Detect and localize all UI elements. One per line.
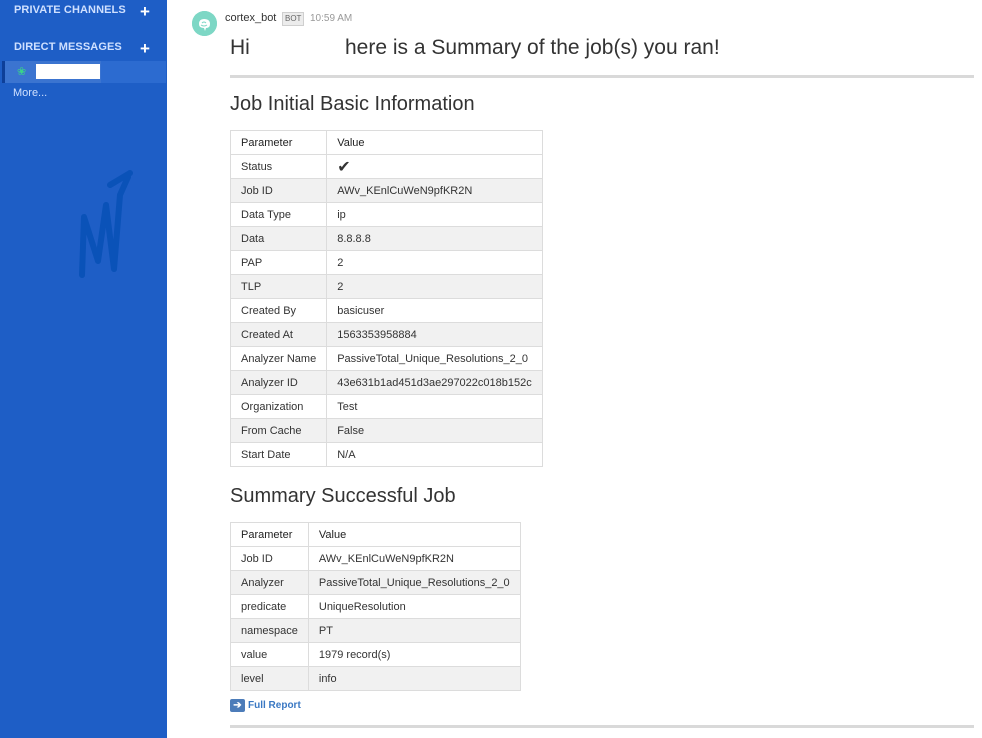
table-header-row: Parameter Value xyxy=(229,130,543,155)
value-cell: 2 xyxy=(326,274,543,299)
value-cell: PassiveTotal_Unique_Resolutions_2_0 xyxy=(307,570,521,595)
table-header-row: Parameter Value xyxy=(230,522,521,547)
param-cell: Start Date xyxy=(229,442,328,467)
param-cell: value xyxy=(230,642,309,667)
direct-messages-heading[interactable]: DIRECT MESSAGES xyxy=(14,41,122,53)
message-timestamp: 10:59 AM xyxy=(310,13,353,24)
param-cell: Analyzer ID xyxy=(229,370,328,395)
redaction-scribble xyxy=(79,170,133,278)
status-check-icon: ✔ xyxy=(326,154,543,179)
message-username[interactable]: cortex_bot xyxy=(225,12,276,24)
basic-info-title: Job Initial Basic Information xyxy=(230,93,475,115)
table-row: value 1979 record(s) xyxy=(230,642,521,667)
table-row: Job ID AWv_KEnlCuWeN9pfKR2N xyxy=(230,546,521,571)
value-cell: AWv_KEnlCuWeN9pfKR2N xyxy=(326,178,543,203)
divider xyxy=(230,75,974,78)
value-cell: N/A xyxy=(326,442,543,467)
param-cell: TLP xyxy=(229,274,328,299)
value-cell: AWv_KEnlCuWeN9pfKR2N xyxy=(307,546,521,571)
add-direct-message-icon[interactable]: + xyxy=(140,40,150,57)
bot-avatar[interactable] xyxy=(192,11,217,36)
param-cell: Data xyxy=(229,226,328,251)
param-cell: Created At xyxy=(229,322,328,347)
brain-icon xyxy=(192,11,217,36)
table-row: Start Date N/A xyxy=(229,442,543,467)
bot-badge: BOT xyxy=(282,12,305,26)
param-cell: From Cache xyxy=(229,418,328,443)
param-cell: Job ID xyxy=(230,546,309,571)
greeting-hi: Hi xyxy=(230,36,250,59)
greeting-rest: here is a Summary of the job(s) you ran! xyxy=(345,36,720,59)
param-cell: Organization xyxy=(229,394,328,419)
param-cell: namespace xyxy=(230,618,309,643)
param-cell: Created By xyxy=(229,298,328,323)
full-report-label: Full Report xyxy=(248,700,301,712)
table-row: level info xyxy=(230,666,521,691)
table-row: Organization Test xyxy=(229,394,543,419)
private-channels-heading[interactable]: PRIVATE CHANNELS xyxy=(14,4,126,16)
value-cell: 1563353958884 xyxy=(326,322,543,347)
table-row: Status ✔ xyxy=(229,154,543,179)
column-header: Value xyxy=(307,522,521,547)
value-cell: 43e631b1ad451d3ae297022c018b152c xyxy=(326,370,543,395)
param-cell: level xyxy=(230,666,309,691)
summary-title: Summary Successful Job xyxy=(230,485,456,507)
more-link[interactable]: More... xyxy=(13,87,47,99)
value-cell: Test xyxy=(326,394,543,419)
value-cell: 1979 record(s) xyxy=(307,642,521,667)
add-private-channel-icon[interactable]: + xyxy=(140,3,150,20)
param-cell: Analyzer Name xyxy=(229,346,328,371)
value-cell: ip xyxy=(326,202,543,227)
param-cell: Status xyxy=(229,154,328,179)
param-cell: Job ID xyxy=(229,178,328,203)
column-header: Value xyxy=(326,130,543,155)
table-row: predicate UniqueResolution xyxy=(230,594,521,619)
value-cell: 8.8.8.8 xyxy=(326,226,543,251)
table-row: Job ID AWv_KEnlCuWeN9pfKR2N xyxy=(229,178,543,203)
table-row: Data 8.8.8.8 xyxy=(229,226,543,251)
param-cell: Analyzer xyxy=(230,570,309,595)
full-report-link[interactable]: ➔ Full Report xyxy=(230,699,301,712)
table-row: Analyzer PassiveTotal_Unique_Resolutions… xyxy=(230,570,521,595)
divider-bottom xyxy=(230,725,974,728)
table-row: Created At 1563353958884 xyxy=(229,322,543,347)
table-row: Analyzer ID 43e631b1ad451d3ae297022c018b… xyxy=(229,370,543,395)
value-cell: 2 xyxy=(326,250,543,275)
param-cell: predicate xyxy=(230,594,309,619)
value-cell: UniqueResolution xyxy=(307,594,521,619)
table-row: Created By basicuser xyxy=(229,298,543,323)
sidebar: PRIVATE CHANNELS + DIRECT MESSAGES + ❀ M… xyxy=(0,0,167,738)
arrow-right-icon: ➔ xyxy=(230,699,245,712)
param-cell: PAP xyxy=(229,250,328,275)
basic-info-table: Parameter Value Status ✔ Job ID AWv_KEnl… xyxy=(229,130,543,467)
value-cell: basicuser xyxy=(326,298,543,323)
table-row: Data Type ip xyxy=(229,202,543,227)
table-row: From Cache False xyxy=(229,418,543,443)
column-header: Parameter xyxy=(230,522,309,547)
direct-message-item-highlight xyxy=(101,61,166,83)
value-cell: False xyxy=(326,418,543,443)
redacted-username xyxy=(36,64,100,79)
summary-table: Parameter Value Job ID AWv_KEnlCuWeN9pfK… xyxy=(230,522,521,691)
column-header: Parameter xyxy=(229,130,328,155)
value-cell: PassiveTotal_Unique_Resolutions_2_0 xyxy=(326,346,543,371)
table-row: namespace PT xyxy=(230,618,521,643)
online-status-icon: ❀ xyxy=(17,66,27,78)
param-cell: Data Type xyxy=(229,202,328,227)
table-row: PAP 2 xyxy=(229,250,543,275)
table-row: Analyzer Name PassiveTotal_Unique_Resolu… xyxy=(229,346,543,371)
table-row: TLP 2 xyxy=(229,274,543,299)
value-cell: info xyxy=(307,666,521,691)
value-cell: PT xyxy=(307,618,521,643)
